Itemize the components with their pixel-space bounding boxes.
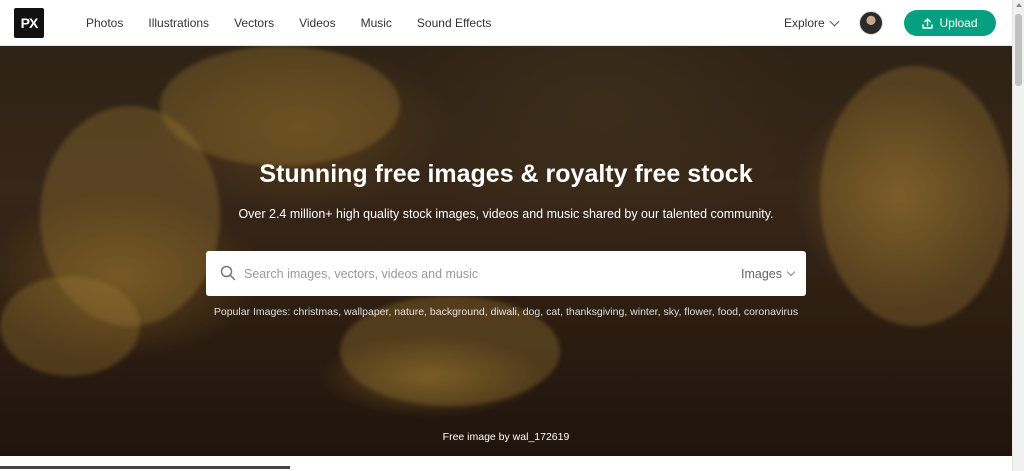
popular-tag[interactable]: diwali [491,306,517,318]
nav-sound-effects[interactable]: Sound Effects [417,16,492,30]
main-nav: Photos Illustrations Vectors Videos Musi… [86,0,516,46]
chevron-down-icon [829,16,840,26]
bottom-divider [0,466,290,469]
popular-tag[interactable]: background [430,306,485,318]
nav-photos[interactable]: Photos [86,16,123,30]
upload-icon [922,17,934,29]
search-type-dropdown[interactable]: Images [741,251,796,296]
nav-vectors[interactable]: Vectors [234,16,274,30]
hero-subline: Over 2.4 million+ high quality stock ima… [238,207,774,221]
search-icon[interactable] [220,265,236,281]
popular-tag[interactable]: cat [546,306,560,318]
page: Stunning free images & royalty free stoc… [0,0,1024,471]
scroll-thumb[interactable] [1015,14,1022,86]
popular-tag[interactable]: thanksgiving [566,306,624,318]
popular-tag[interactable]: winter [630,306,657,318]
popular-tag[interactable]: coronavirus [744,306,798,318]
nav-music[interactable]: Music [361,16,392,30]
popular-tag[interactable]: food [718,306,738,318]
popular-tag[interactable]: sky [663,306,678,318]
scroll-up-icon[interactable] [1016,3,1022,7]
explore-label: Explore [784,16,825,30]
popular-tag[interactable]: dog [523,306,541,318]
upload-button[interactable]: Upload [904,10,996,36]
hero-banner: Stunning free images & royalty free stoc… [0,46,1012,456]
image-credit[interactable]: Free image by wal_172619 [0,431,1012,443]
hero-headline: Stunning free images & royalty free stoc… [259,160,753,188]
logo[interactable]: PX [14,8,44,38]
popular-label: Popular Images: [213,306,291,318]
search-input[interactable] [244,251,704,296]
search-type-label: Images [741,266,782,281]
avatar[interactable] [859,11,883,35]
nav-videos[interactable]: Videos [299,16,335,30]
search-bar: Images [206,251,806,296]
popular-tag[interactable]: nature [394,306,424,318]
popular-tag[interactable]: wallpaper [344,306,388,318]
upload-label: Upload [939,16,978,30]
top-nav: PX Photos Illustrations Vectors Videos M… [0,0,1012,46]
popular-tag[interactable]: flower [684,306,711,318]
popular-images: Popular Images: christmas, wallpaper, na… [206,305,806,319]
popular-tag[interactable]: christmas [293,306,338,318]
chevron-down-icon [786,267,796,276]
popular-tags: christmas, wallpaper, nature, background… [293,306,799,318]
scrollbar[interactable] [1012,0,1024,471]
nav-illustrations[interactable]: Illustrations [148,16,209,30]
explore-menu[interactable]: Explore [784,0,840,46]
